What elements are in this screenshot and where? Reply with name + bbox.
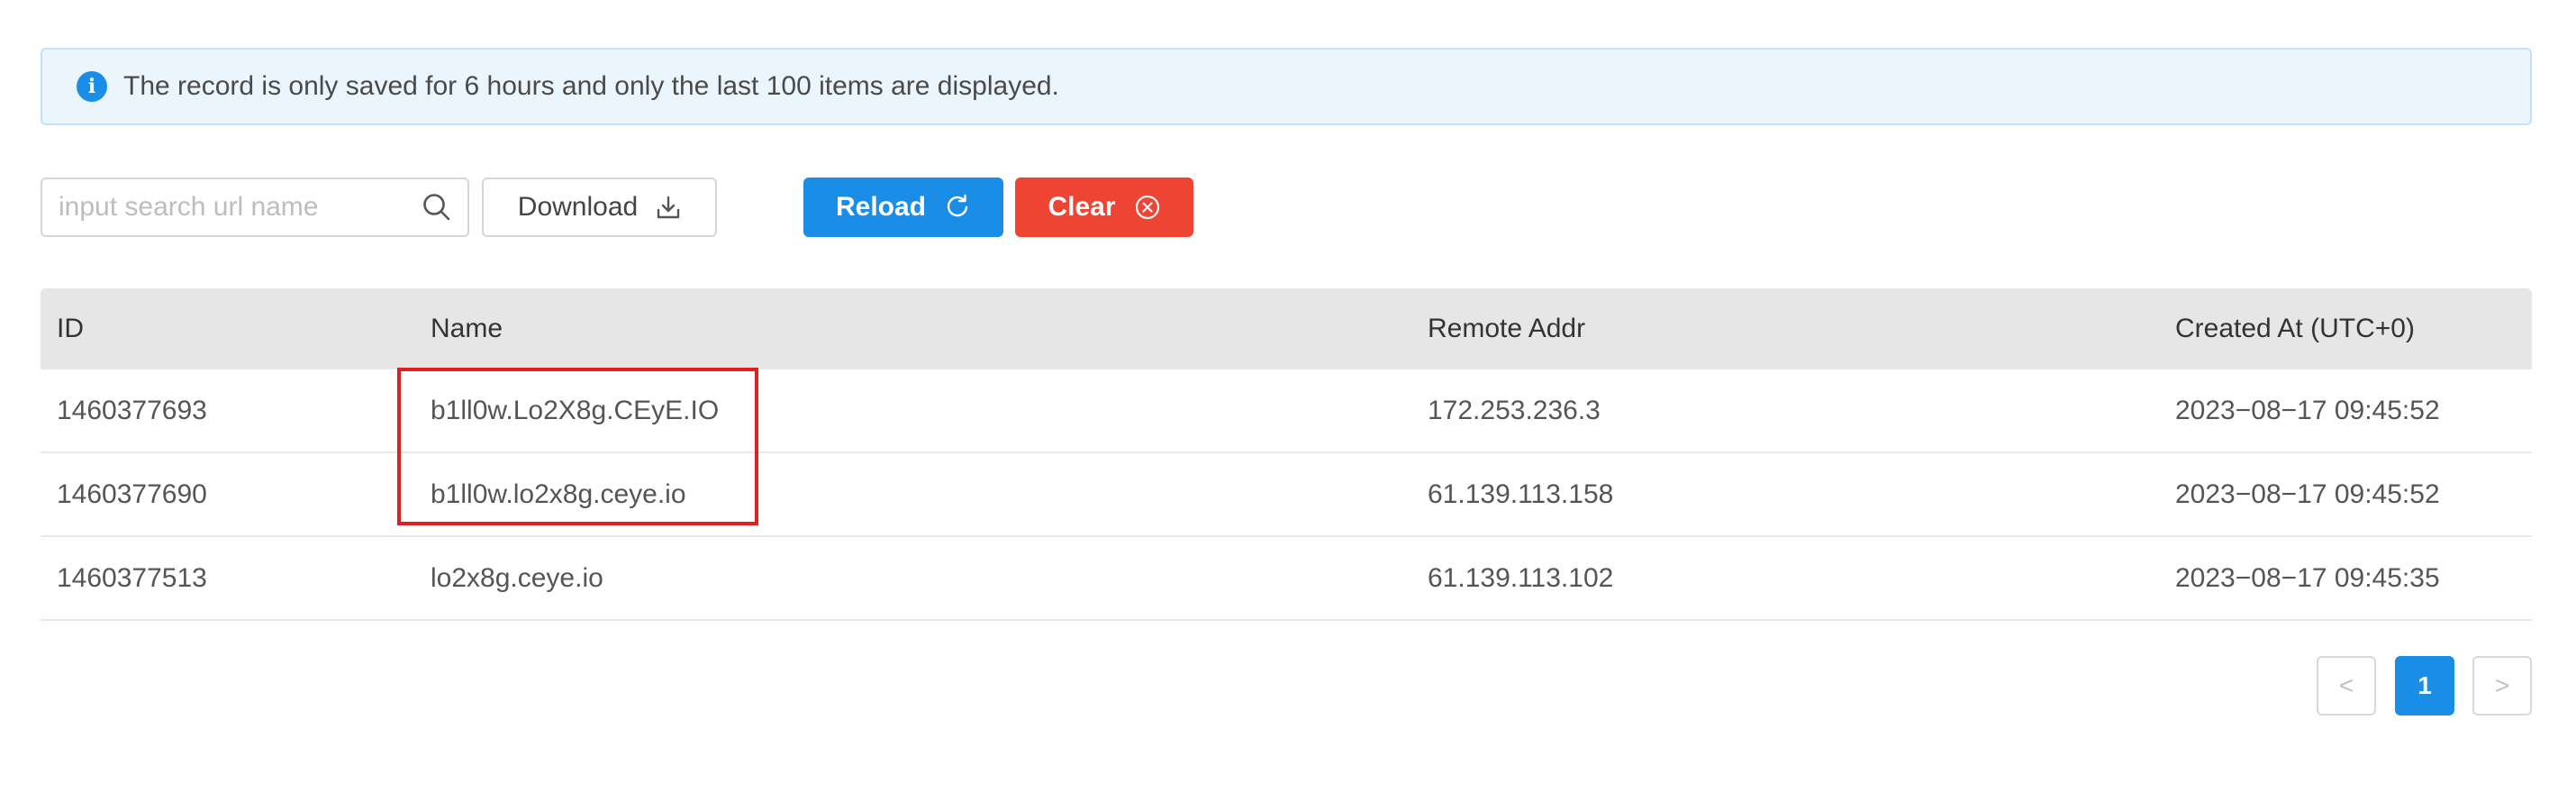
- row-created-at: 2023−08−17 09:45:52: [2175, 479, 2440, 509]
- row-created-at: 2023−08−17 09:45:52: [2175, 395, 2440, 425]
- search-box: [41, 178, 469, 237]
- table-row: 1460377513 lo2x8g.ceye.io 61.139.113.102…: [41, 537, 2532, 621]
- column-header-name[interactable]: Name: [431, 314, 503, 344]
- row-remote-addr: 61.139.113.158: [1428, 479, 1614, 509]
- search-icon[interactable]: [421, 191, 453, 223]
- alert-text: The record is only saved for 6 hours and…: [123, 71, 1059, 101]
- download-button-label: Download: [517, 192, 639, 222]
- highlight-box: [397, 368, 758, 525]
- info-alert: i The record is only saved for 6 hours a…: [41, 48, 2532, 125]
- pagination-page-button[interactable]: 1: [2395, 656, 2454, 716]
- column-header-id[interactable]: ID: [57, 314, 84, 344]
- pagination-next-button[interactable]: >: [2472, 656, 2532, 716]
- row-id: 1460377693: [57, 395, 207, 425]
- page: i The record is only saved for 6 hours a…: [0, 0, 2576, 793]
- download-button[interactable]: Download: [482, 178, 717, 237]
- column-header-created-at[interactable]: Created At (UTC+0): [2175, 314, 2415, 344]
- clear-button[interactable]: Clear: [1015, 178, 1193, 237]
- reload-button-label: Reload: [835, 192, 927, 222]
- clear-button-label: Clear: [1048, 192, 1116, 222]
- row-id: 1460377690: [57, 479, 207, 509]
- row-remote-addr: 172.253.236.3: [1428, 395, 1601, 425]
- info-icon: i: [77, 71, 107, 102]
- column-header-remote-addr[interactable]: Remote Addr: [1428, 314, 1585, 344]
- table-header: ID Name Remote Addr Created At (UTC+0): [41, 288, 2532, 369]
- reload-button[interactable]: Reload: [803, 178, 1003, 237]
- download-icon: [658, 196, 680, 219]
- row-name: lo2x8g.ceye.io: [431, 562, 603, 593]
- row-remote-addr: 61.139.113.102: [1428, 562, 1614, 593]
- row-id: 1460377513: [57, 562, 207, 593]
- row-created-at: 2023−08−17 09:45:35: [2175, 562, 2440, 593]
- search-input[interactable]: [42, 179, 421, 235]
- close-circle-icon: [1135, 195, 1159, 220]
- refresh-icon: [947, 194, 968, 217]
- pagination-prev-button[interactable]: <: [2317, 656, 2376, 716]
